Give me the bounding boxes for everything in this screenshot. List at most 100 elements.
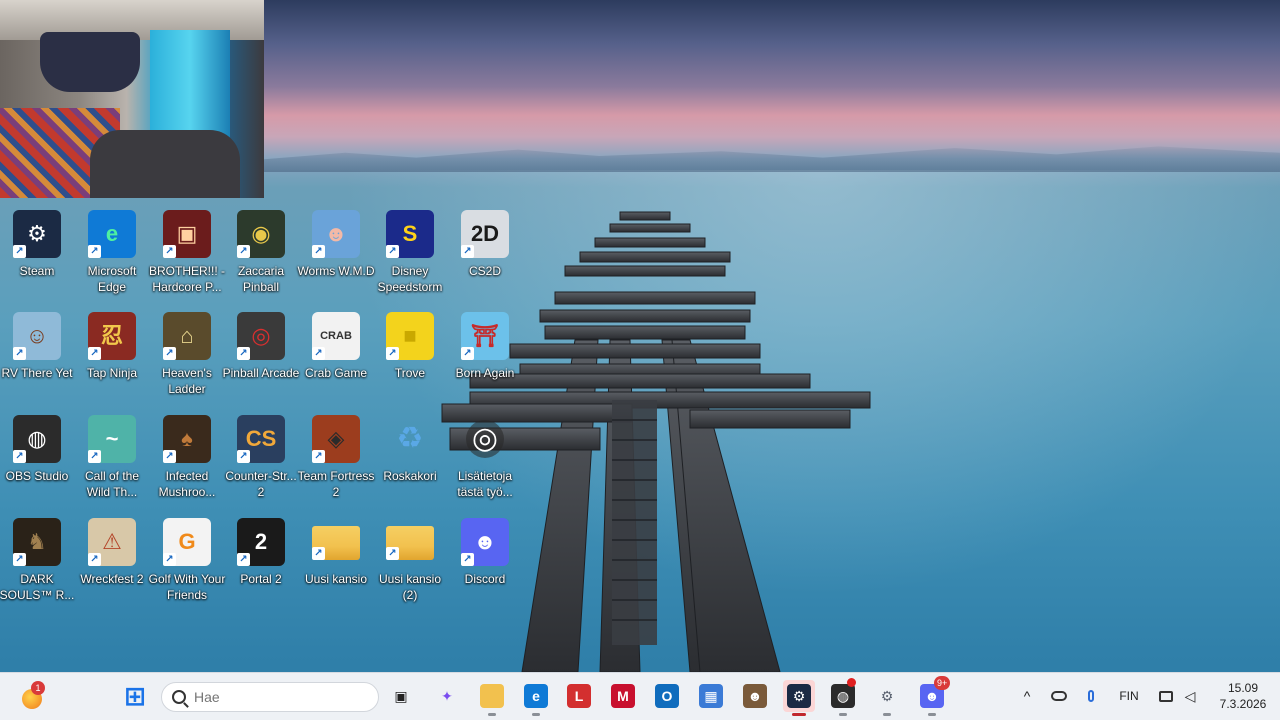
show-hidden-icons-button[interactable]: ^ <box>1016 682 1038 710</box>
desktop-icon[interactable]: ⛩ ↗ Born Again <box>448 312 522 412</box>
desktop-icon[interactable]: S ↗ Disney Speedstorm <box>373 210 447 310</box>
horizon-mountains <box>264 146 1280 172</box>
network-icon[interactable] <box>1156 682 1176 710</box>
weather-widget[interactable]: 1 <box>20 681 48 711</box>
crab-game-icon: CRAB ↗ <box>312 312 360 360</box>
taskbar-app[interactable]: ⊞ <box>119 680 151 712</box>
trove-icon: ■ ↗ <box>386 312 434 360</box>
desktop-icon[interactable]: 2D ↗ CS2D <box>448 210 522 310</box>
shortcut-arrow-icon: ↗ <box>163 553 176 566</box>
taskbar-app[interactable]: ▦ <box>695 680 727 712</box>
obs-studio-icon: ◍ <box>831 684 855 708</box>
clock-time: 15.09 <box>1227 681 1259 695</box>
running-indicator <box>883 713 891 716</box>
shortcut-arrow-icon: ↗ <box>163 347 176 360</box>
running-indicator <box>839 713 847 716</box>
shortcut-arrow-icon: ↗ <box>312 450 325 463</box>
discord-icon: ☻ ↗ <box>461 518 509 566</box>
desktop-icon[interactable]: ☻ ↗ Worms W.M.D <box>297 210 375 310</box>
search-input[interactable] <box>194 689 354 705</box>
webcam-overlay <box>0 0 264 198</box>
desktop-icon[interactable]: ☻ ↗ Discord <box>448 518 522 618</box>
desktop-icon[interactable]: ◎ Lisätietoja tästä työ... <box>448 415 522 515</box>
shortcut-arrow-icon: ↗ <box>88 347 101 360</box>
desktop-icon-label: Tap Ninja <box>86 366 138 380</box>
desktop-icon[interactable]: G ↗ Golf With Your Friends <box>149 518 225 618</box>
clock[interactable]: 15.09 7.3.2026 <box>1210 680 1276 712</box>
task-view-icon: ▣ <box>394 687 408 704</box>
taskbar-app[interactable]: L <box>563 680 595 712</box>
desktop-icon[interactable]: CS ↗ Counter-Str... 2 <box>224 415 298 515</box>
disney-speedstorm-icon: S ↗ <box>386 210 434 258</box>
desktop-icon[interactable]: e ↗ Microsoft Edge <box>75 210 149 310</box>
desktop-icon[interactable]: 2 ↗ Portal 2 <box>224 518 298 618</box>
desktop-icon[interactable]: ~ ↗ Call of the Wild Th... <box>75 415 149 515</box>
file-explorer-icon: ▬ <box>480 684 504 708</box>
game-avatar-icon: ☻ <box>743 684 767 708</box>
taskbar-search-box[interactable] <box>161 682 379 712</box>
taskbar-app[interactable]: e <box>520 680 552 716</box>
heavens-ladder-icon: ⌂ ↗ <box>163 312 211 360</box>
dark-souls-icon: ♞ ↗ <box>13 518 61 566</box>
copilot-icon: ✦ <box>441 687 453 704</box>
language-indicator[interactable]: FIN <box>1112 682 1146 710</box>
desktop-icon[interactable]: ♠ ↗ Infected Mushroo... <box>150 415 224 515</box>
volume-icon[interactable]: ◁ <box>1180 682 1200 710</box>
shortcut-arrow-icon: ↗ <box>461 553 474 566</box>
desktop-icon-label: Call of the Wild Th... <box>84 469 140 499</box>
taskbar-app[interactable]: ⚙ <box>783 680 815 716</box>
taskbar-app[interactable]: ⚙ <box>871 680 903 716</box>
shortcut-arrow-icon: ↗ <box>13 553 26 566</box>
desktop-icon[interactable]: ⚠ ↗ Wreckfest 2 <box>75 518 149 618</box>
taskbar-app[interactable]: ☻ <box>739 680 771 712</box>
shortcut-arrow-icon: ↗ <box>312 347 325 360</box>
shortcut-arrow-icon: ↗ <box>88 553 101 566</box>
shortcut-arrow-icon: ↗ <box>88 245 101 258</box>
desktop-icon[interactable]: CRAB ↗ Crab Game <box>299 312 373 412</box>
team-fortress-2-icon: ◈ ↗ <box>312 415 360 463</box>
lastpass-icon: L <box>567 684 591 708</box>
webcam-curtain <box>150 30 230 140</box>
weather-notification-badge: 1 <box>31 681 45 695</box>
desktop-icon[interactable]: ◈ ↗ Team Fortress 2 <box>298 415 374 515</box>
recycle-bin-icon: ♻ <box>396 422 424 455</box>
taskbar-app[interactable]: ✦ <box>431 680 463 712</box>
desktop-icon-label: Uusi kansio <box>304 572 368 586</box>
running-indicator <box>488 713 496 716</box>
desktop-icon[interactable]: ⚙ ↗ Steam <box>0 210 74 310</box>
shortcut-arrow-icon: ↗ <box>237 347 250 360</box>
taskbar-app[interactable]: ▣ <box>385 680 417 712</box>
brother-game-icon: ▣ ↗ <box>163 210 211 258</box>
desktop-icon[interactable]: 忍 ↗ Tap Ninja <box>75 312 149 412</box>
shortcut-arrow-icon: ↗ <box>312 245 325 258</box>
taskbar-app[interactable]: ☻ 9+ <box>916 676 951 716</box>
zaccaria-pinball-icon: ◉ ↗ <box>237 210 285 258</box>
desktop-icon[interactable]: ▣ ↗ BROTHER!!! - Hardcore P... <box>149 210 225 310</box>
desktop-icon[interactable]: ♻ Roskakori <box>373 415 447 515</box>
call-of-the-wild-icon: ~ ↗ <box>88 415 136 463</box>
shortcut-arrow-icon: ↗ <box>88 450 101 463</box>
desktop-icon[interactable]: ⌂ ↗ Heaven's Ladder <box>150 312 224 412</box>
running-indicator <box>532 713 540 716</box>
learn-about-picture-icon: ◎ <box>466 420 504 458</box>
desktop-icon[interactable]: ◍ ↗ OBS Studio <box>0 415 74 515</box>
desktop-icon[interactable]: ↗ Uusi kansio <box>299 518 373 618</box>
desktop-icon[interactable]: ♞ ↗ DARK SOULS™ R... <box>0 518 74 618</box>
taskbar-app[interactable]: ▬ <box>476 680 508 716</box>
desktop-icon[interactable]: ↗ Uusi kansio (2) <box>373 518 447 618</box>
taskbar-app[interactable]: O <box>651 680 683 712</box>
taskbar-app[interactable]: ◍ <box>827 678 859 716</box>
onedrive-sync-icon[interactable] <box>1048 682 1070 710</box>
desktop-icon-label: Microsoft Edge <box>87 264 137 294</box>
taskbar-app[interactable]: M <box>607 680 639 712</box>
desktop-icon-label: Roskakori <box>383 469 437 483</box>
microphone-icon[interactable] <box>1080 682 1102 710</box>
desktop-icon[interactable]: ◉ ↗ Zaccaria Pinball <box>224 210 298 310</box>
desktop-icon[interactable]: ■ ↗ Trove <box>373 312 447 412</box>
steam-icon: ⚙ <box>787 684 811 708</box>
desktop-icon[interactable]: ◎ ↗ Pinball Arcade <box>223 312 299 412</box>
desktop-icon-label: RV There Yet <box>1 366 73 380</box>
desktop-icon-label: Worms W.M.D <box>297 264 375 278</box>
desktop-icon[interactable]: ☺ ↗ RV There Yet <box>0 312 74 412</box>
shortcut-arrow-icon: ↗ <box>237 245 250 258</box>
